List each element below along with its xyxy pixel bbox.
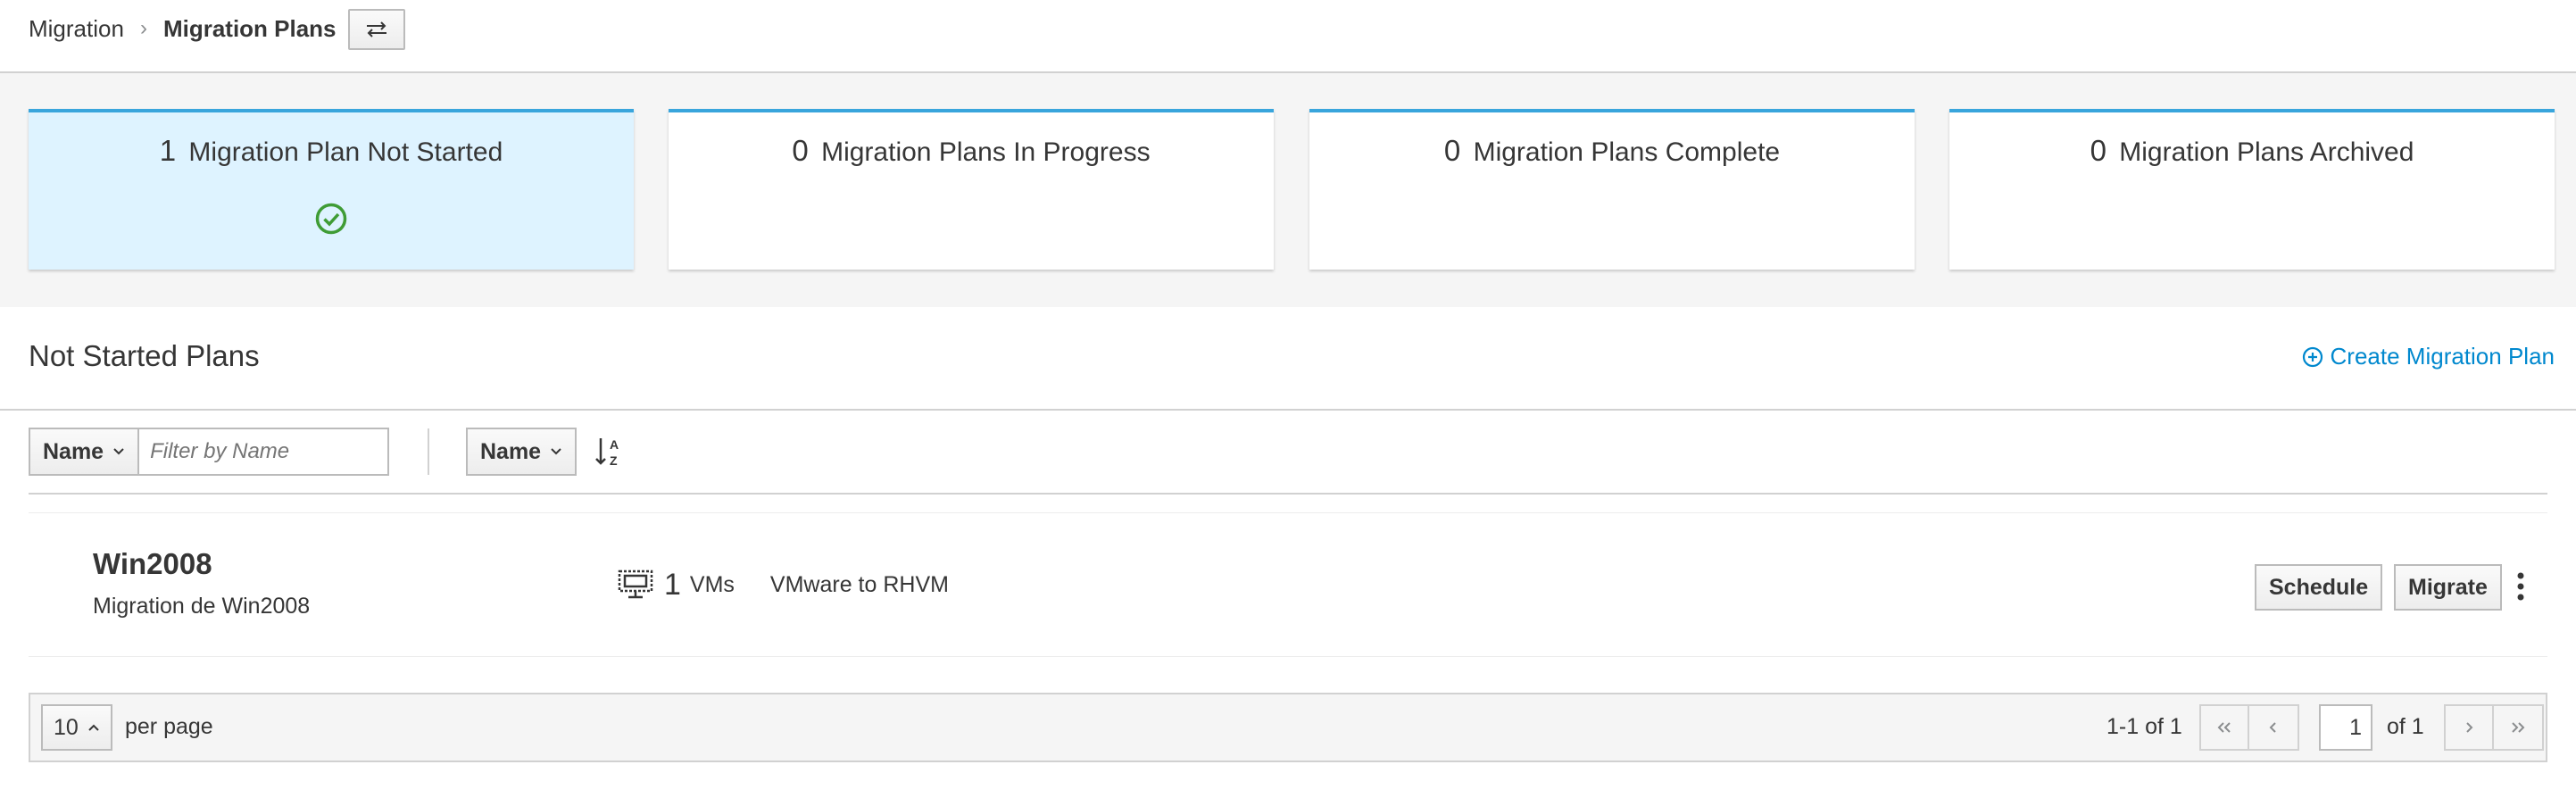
last-page-button[interactable]	[2494, 704, 2544, 751]
filter-group: Name	[29, 428, 390, 476]
page-number-input[interactable]	[2319, 704, 2372, 751]
breadcrumb: Migration › Migration Plans	[29, 11, 337, 46]
pagination-range: 1-1 of 1	[2107, 714, 2182, 739]
filter-field-dropdown[interactable]: Name	[29, 428, 140, 476]
aggregate-cards-area: 1 Migration Plan Not Started 0 Migration…	[0, 73, 2576, 307]
divider	[29, 656, 2547, 657]
double-chevron-left-icon	[2217, 722, 2231, 733]
sort-alpha-asc-icon[interactable]: A Z	[594, 435, 623, 469]
pagination-bar: 10 per page 1-1 of 1 of 1	[29, 693, 2547, 762]
chevron-left-icon	[2269, 722, 2276, 733]
swap-view-button[interactable]	[348, 9, 405, 50]
sort-field-dropdown[interactable]: Name	[466, 428, 578, 476]
chevron-down-icon	[551, 448, 561, 455]
card-title: 0 Migration Plans Complete	[1309, 134, 1915, 168]
list-item[interactable]: Win2008 Migration de Win2008 1 VMs VMwar…	[29, 513, 2547, 656]
card-not-started[interactable]: 1 Migration Plan Not Started	[29, 109, 634, 270]
migrate-button[interactable]: Migrate	[2394, 564, 2502, 611]
create-migration-plan-label: Create Migration Plan	[2330, 343, 2555, 370]
breadcrumb-current: Migration Plans	[162, 14, 337, 42]
chevron-right-icon	[2466, 722, 2473, 733]
card-count: 1	[159, 134, 177, 167]
svg-text:Z: Z	[610, 453, 618, 468]
breadcrumb-migration-link[interactable]: Migration	[29, 15, 124, 43]
card-count: 0	[792, 134, 809, 167]
svg-text:A: A	[610, 437, 619, 452]
breadcrumb-separator: ›	[139, 16, 147, 40]
card-label: Migration Plans Archived	[2119, 137, 2414, 167]
per-page-dropdown[interactable]: 10	[41, 704, 112, 751]
provider-mapping: VMware to RHVM	[769, 571, 949, 597]
kebab-menu-icon[interactable]	[2512, 570, 2530, 603]
sort-field-label: Name	[480, 438, 542, 464]
next-page-button[interactable]	[2444, 704, 2494, 751]
plus-circle-icon	[2302, 346, 2323, 367]
card-archived[interactable]: 0 Migration Plans Archived	[1949, 109, 2555, 270]
double-chevron-right-icon	[2512, 722, 2525, 733]
card-label: Migration Plan Not Started	[188, 137, 503, 167]
total-pages-label: of 1	[2387, 714, 2424, 739]
pagination-next-group	[2444, 704, 2544, 751]
divider	[0, 409, 2576, 411]
card-title: 0 Migration Plans In Progress	[669, 134, 1274, 168]
card-complete[interactable]: 0 Migration Plans Complete	[1309, 109, 1915, 270]
plan-description: Migration de Win2008	[93, 594, 311, 619]
per-page-value: 10	[54, 714, 79, 740]
section-title: Not Started Plans	[29, 339, 260, 372]
vm-count-group: 1 VMs VMware to RHVM	[618, 567, 949, 603]
previous-page-button[interactable]	[2249, 704, 2299, 751]
divider	[29, 493, 2547, 495]
exchange-icon	[367, 21, 386, 37]
chevron-down-icon	[113, 448, 124, 455]
filter-input[interactable]	[139, 428, 390, 476]
check-circle-icon	[315, 203, 347, 235]
card-count: 0	[2090, 134, 2107, 167]
card-in-progress[interactable]: 0 Migration Plans In Progress	[669, 109, 1274, 270]
filter-field-label: Name	[43, 438, 104, 464]
pagination-prev-group	[2199, 704, 2299, 751]
breadcrumb-bar: Migration › Migration Plans	[0, 0, 2576, 73]
card-title: 0 Migration Plans Archived	[1949, 134, 2555, 168]
card-label: Migration Plans In Progress	[821, 137, 1151, 167]
per-page-label: per page	[125, 714, 213, 739]
toolbar-divider	[428, 428, 429, 475]
card-count: 0	[1443, 134, 1461, 167]
card-label: Migration Plans Complete	[1473, 137, 1781, 167]
sort-group: Name A Z	[466, 428, 623, 476]
card-title: 1 Migration Plan Not Started	[29, 134, 634, 168]
create-migration-plan-link[interactable]: Create Migration Plan	[2302, 343, 2555, 370]
schedule-button[interactable]: Schedule	[2255, 564, 2383, 611]
first-page-button[interactable]	[2199, 704, 2249, 751]
plan-name[interactable]: Win2008	[93, 547, 212, 581]
vm-count: 1	[664, 567, 681, 602]
virtual-machine-icon	[618, 569, 653, 599]
vm-label: VMs	[689, 571, 735, 597]
chevron-up-icon	[88, 724, 99, 731]
